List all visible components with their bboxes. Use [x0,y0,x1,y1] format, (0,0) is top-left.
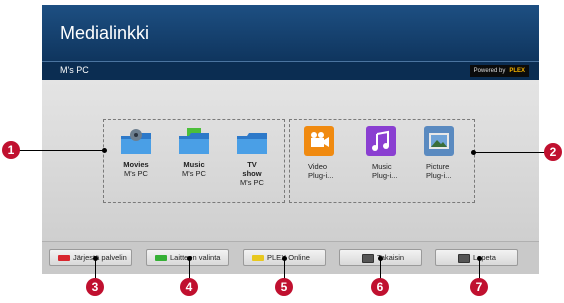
callout-7: 7 [470,278,488,296]
callout-1: 1 [2,141,20,159]
green-key-icon [155,255,167,262]
video-plugin-icon [304,126,334,156]
callout-dot-6 [378,256,383,261]
plugin-item-video[interactable]: Video Plug-i... [298,126,346,180]
plugin-item-picture[interactable]: Picture Plug-i... [418,126,466,180]
media-item-tv-show[interactable]: TV show M's PC [228,126,276,187]
tv-screen: Medialinkki M's PC Powered by PLEX Movies… [42,5,539,274]
button-bar: Järjestä palvelin Laitteen valinta PLEX … [42,241,539,274]
callout-4: 4 [180,278,198,296]
app-header: Medialinkki [42,5,539,61]
exit-key-icon [458,253,470,263]
callout-dot-4 [187,256,192,261]
content-area: Movies M's PC Music M's PC TV show M's PC [42,80,539,241]
source-bar: M's PC Powered by PLEX [42,61,539,80]
powered-by-plex-logo: Powered by PLEX [469,65,529,77]
media-item-music[interactable]: Music M's PC [170,126,218,178]
music-plugin-icon [366,126,396,156]
callout-line-2 [473,152,545,153]
source-name: M's PC [60,65,89,75]
back-key-icon [362,253,374,263]
callout-dot-2 [471,150,476,155]
callout-5: 5 [275,278,293,296]
callout-dot-3 [93,256,98,261]
organize-server-button[interactable]: Järjestä palvelin [49,249,132,266]
picture-plugin-icon [424,126,454,156]
callout-dot-5 [282,256,287,261]
callout-dot-1 [102,148,107,153]
callout-6: 6 [371,278,389,296]
callout-3: 3 [86,278,104,296]
movies-folder-icon [121,129,151,154]
yellow-key-icon [252,255,264,262]
plugin-group: Video Plug-i... Music Plug-i... Picture Plu… [289,119,475,203]
callout-line-1 [18,150,104,151]
media-item-movies[interactable]: Movies M's PC [112,126,160,178]
plugin-item-music[interactable]: Music Plug-i... [358,126,406,180]
tv-show-folder-icon [237,133,267,154]
app-title: Medialinkki [60,23,150,43]
callout-2: 2 [544,143,562,161]
callout-dot-7 [477,256,482,261]
media-library-group: Movies M's PC Music M's PC TV show M's PC [103,119,285,203]
music-folder-icon [179,128,209,154]
red-key-icon [58,255,70,262]
